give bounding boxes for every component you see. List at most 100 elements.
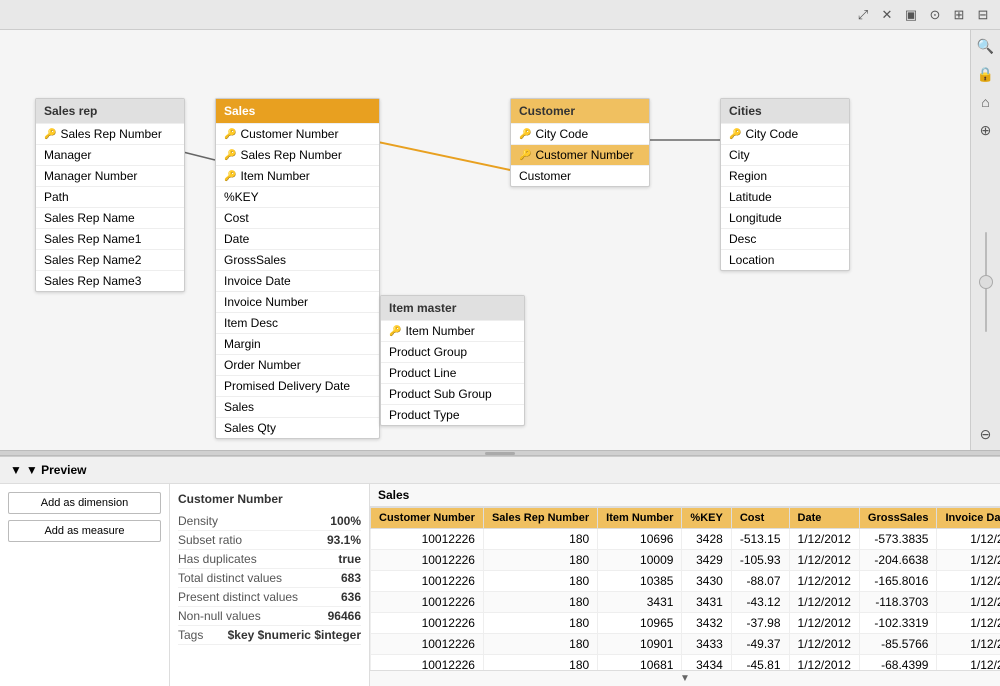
table-row[interactable]: Item Desc — [216, 312, 379, 333]
toolbar: ⤢ ✕ ▣ ⊙ ⊞ ⊟ — [0, 0, 1000, 30]
col-gross-sales[interactable]: GrossSales — [859, 508, 937, 529]
add-measure-button[interactable]: Add as measure — [8, 520, 161, 542]
table-row[interactable]: Invoice Date — [216, 270, 379, 291]
table-row[interactable]: 🔑 Sales Rep Number — [36, 123, 184, 144]
table-row[interactable]: Product Sub Group — [381, 383, 524, 404]
col-item-number[interactable]: Item Number — [598, 508, 682, 529]
table-row[interactable]: Sales Rep Name — [36, 207, 184, 228]
layout-icon[interactable]: ⊟ — [974, 6, 992, 24]
lock-icon[interactable]: 🔒 — [976, 64, 996, 84]
table-row[interactable]: Sales Qty — [216, 417, 379, 438]
table-row[interactable]: Sales Rep Name3 — [36, 270, 184, 291]
home-icon[interactable]: ⌂ — [976, 92, 996, 112]
table-row[interactable]: Product Type — [381, 404, 524, 425]
table-row[interactable]: Sales — [216, 396, 379, 417]
col-sales-rep-number[interactable]: Sales Rep Number — [483, 508, 597, 529]
table-cell: 1/12/20 — [937, 613, 1000, 634]
table-row[interactable]: Date — [216, 228, 379, 249]
key-icon: 🔑 — [519, 129, 531, 140]
slider-thumb[interactable] — [979, 275, 993, 289]
table-cell: 10681 — [598, 655, 682, 671]
table-row[interactable]: GrossSales — [216, 249, 379, 270]
grid-icon[interactable]: ⊞ — [950, 6, 968, 24]
table-cell: 3431 — [598, 592, 682, 613]
add-dimension-button[interactable]: Add as dimension — [8, 492, 161, 514]
zoom-in-icon[interactable]: ⊕ — [976, 120, 996, 140]
cities-header: Cities — [721, 99, 849, 123]
table-cell: 3428 — [682, 529, 731, 550]
table-cell: -204.6638 — [859, 550, 937, 571]
expand-icon[interactable]: ⤢ — [854, 6, 872, 24]
col-customer-number[interactable]: Customer Number — [371, 508, 484, 529]
table-row[interactable]: Promised Delivery Date — [216, 375, 379, 396]
table-row[interactable]: Region — [721, 165, 849, 186]
table-cell: 3430 — [682, 571, 731, 592]
canvas[interactable]: Sales rep 🔑 Sales Rep Number Manager Man… — [0, 30, 970, 450]
table-row[interactable]: Desc — [721, 228, 849, 249]
table-row[interactable]: Longitude — [721, 207, 849, 228]
table-row[interactable]: Margin — [216, 333, 379, 354]
stat-value: 100% — [330, 514, 361, 528]
col-cost[interactable]: Cost — [731, 508, 789, 529]
table-cell: 3432 — [682, 613, 731, 634]
close-icon[interactable]: ✕ — [878, 6, 896, 24]
col-invoice-date[interactable]: Invoice Date — [937, 508, 1000, 529]
table-cell: -85.5766 — [859, 634, 937, 655]
table-row[interactable]: Manager Number — [36, 165, 184, 186]
table-row[interactable]: Cost — [216, 207, 379, 228]
key-icon: 🔑 — [224, 171, 236, 182]
table-row[interactable]: 🔑 Sales Rep Number — [216, 144, 379, 165]
cities-table: Cities 🔑 City Code City Region Latitude … — [720, 98, 850, 271]
stat-value: $key $numeric $integer — [228, 628, 361, 642]
table-row[interactable]: Manager — [36, 144, 184, 165]
stat-value: true — [338, 552, 361, 566]
col-date[interactable]: Date — [789, 508, 859, 529]
table-row[interactable]: 🔑 Item Number — [216, 165, 379, 186]
table-row[interactable]: Latitude — [721, 186, 849, 207]
table-row[interactable]: Location — [721, 249, 849, 270]
stat-row: Subset ratio 93.1% — [178, 531, 361, 550]
table-cell: 10901 — [598, 634, 682, 655]
table-row[interactable]: %KEY — [216, 186, 379, 207]
dots-icon[interactable]: ⊙ — [926, 6, 944, 24]
table-cell: 1/12/20 — [937, 529, 1000, 550]
table-row[interactable]: Product Line — [381, 362, 524, 383]
table-row[interactable]: Order Number — [216, 354, 379, 375]
item-master-table: Item master 🔑 Item Number Product Group … — [380, 295, 525, 426]
preview-section: ▼ ▼ Preview Add as dimension Add as meas… — [0, 456, 1000, 686]
table-row[interactable]: Invoice Number — [216, 291, 379, 312]
key-icon: 🔑 — [519, 150, 531, 161]
zoom-slider[interactable] — [985, 148, 987, 416]
table-row[interactable]: Path — [36, 186, 184, 207]
table-cell: -43.12 — [731, 592, 789, 613]
table-cell: 10012226 — [371, 571, 484, 592]
preview-header: ▼ ▼ Preview — [0, 457, 1000, 484]
table-row: 10012226180106813434-45.811/12/2012-68.4… — [371, 655, 1000, 671]
table-row[interactable]: 🔑 City Code — [511, 123, 649, 144]
table-row[interactable]: Product Group — [381, 341, 524, 362]
grid-small-icon[interactable]: ▣ — [902, 6, 920, 24]
data-table-container[interactable]: Customer Number Sales Rep Number Item Nu… — [370, 507, 1000, 670]
table-row[interactable]: Sales Rep Name1 — [36, 228, 184, 249]
table-row[interactable]: 🔑 City Code — [721, 123, 849, 144]
stat-label: Has duplicates — [178, 552, 257, 566]
search-icon[interactable]: 🔍 — [976, 36, 996, 56]
table-row[interactable]: 🔑 Customer Number — [511, 144, 649, 165]
key-icon: 🔑 — [389, 326, 401, 337]
table-row[interactable]: 🔑 Customer Number — [216, 123, 379, 144]
sales-rep-table: Sales rep 🔑 Sales Rep Number Manager Man… — [35, 98, 185, 292]
scroll-down-arrow[interactable]: ▼ — [370, 670, 1000, 686]
table-row[interactable]: Customer — [511, 165, 649, 186]
table-cell: 180 — [483, 655, 597, 671]
preview-toggle-icon[interactable]: ▼ — [10, 463, 22, 477]
table-row[interactable]: City — [721, 144, 849, 165]
stat-value: 636 — [341, 590, 361, 604]
table-row[interactable]: 🔑 Item Number — [381, 320, 524, 341]
table-row[interactable]: Sales Rep Name2 — [36, 249, 184, 270]
zoom-out-icon[interactable]: ⊖ — [976, 424, 996, 444]
stat-value: 93.1% — [327, 533, 361, 547]
sales-table-title: Sales — [370, 484, 1000, 507]
table-cell: 3431 — [682, 592, 731, 613]
table-cell: -102.3319 — [859, 613, 937, 634]
col-pct-key[interactable]: %KEY — [682, 508, 731, 529]
